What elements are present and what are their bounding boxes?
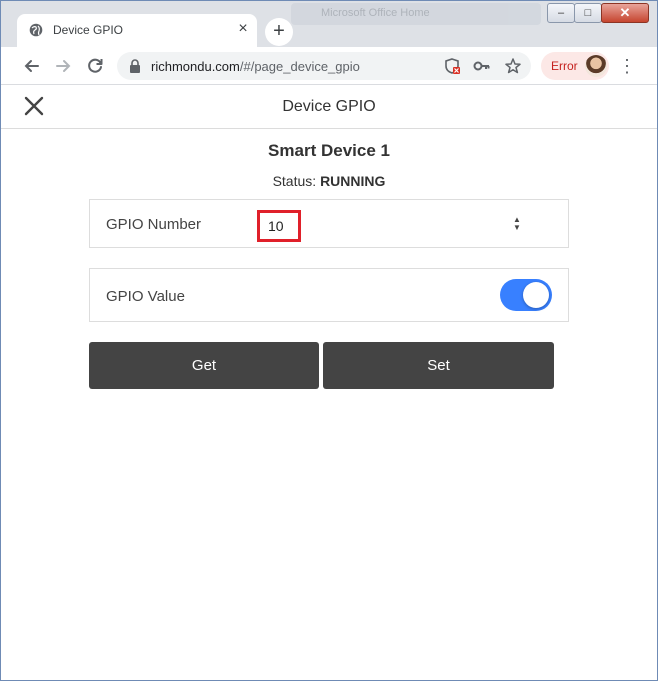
url-host: richmondu.com: [151, 59, 240, 74]
tab-close-icon[interactable]: ×: [235, 20, 251, 38]
background-tab-title: Microsoft Office Home: [321, 7, 430, 19]
url-text: richmondu.com/#/page_device_gpio: [151, 59, 360, 74]
status-value: RUNNING: [320, 173, 386, 189]
globe-icon: [29, 23, 43, 37]
device-status: Status: RUNNING: [1, 173, 657, 189]
more-vert-icon[interactable]: ⋮: [617, 55, 637, 77]
arrow-left-icon[interactable]: [21, 55, 43, 77]
window-minimize-button[interactable]: –: [547, 3, 575, 23]
lock-icon[interactable]: [129, 59, 141, 73]
url-path: /#/page_device_gpio: [239, 59, 360, 74]
gpio-value-row: GPIO Value: [89, 268, 569, 322]
error-label: Error: [551, 59, 578, 73]
get-button[interactable]: Get: [89, 342, 319, 389]
arrow-right-icon[interactable]: [52, 55, 74, 77]
profile-error-chip[interactable]: Error: [541, 52, 609, 80]
browser-toolbar: richmondu.com/#/page_device_gpio Error ⋮: [1, 47, 657, 85]
star-icon[interactable]: [504, 57, 522, 75]
avatar: [585, 55, 607, 77]
window-maximize-button[interactable]: □: [574, 3, 602, 23]
gpio-value-toggle[interactable]: [500, 279, 552, 311]
background-tab[interactable]: Microsoft Office Home: [291, 3, 541, 25]
app-header: Device GPIO: [1, 85, 657, 129]
tab-title: Device GPIO: [53, 23, 124, 37]
window-close-button[interactable]: ✕: [601, 3, 649, 23]
spinner-icon[interactable]: ▲ ▼: [510, 216, 524, 232]
status-label: Status:: [272, 173, 317, 189]
shield-blocked-icon[interactable]: [443, 57, 461, 75]
gpio-value-label: GPIO Value: [106, 288, 185, 305]
set-button[interactable]: Set: [323, 342, 554, 389]
gpio-number-label: GPIO Number: [106, 216, 202, 233]
browser-titlebar: Microsoft Office Home Device GPIO × + – …: [1, 1, 657, 49]
key-icon[interactable]: [473, 57, 491, 75]
device-name: Smart Device 1: [268, 141, 390, 160]
browser-window: Microsoft Office Home Device GPIO × + – …: [0, 0, 658, 681]
new-tab-plus-icon[interactable]: +: [265, 18, 293, 46]
toggle-knob: [523, 282, 549, 308]
gpio-number-row: GPIO Number 10 ▲ ▼: [89, 199, 569, 248]
reload-icon[interactable]: [84, 55, 106, 77]
address-bar[interactable]: richmondu.com/#/page_device_gpio: [117, 52, 531, 80]
active-tab[interactable]: Device GPIO ×: [17, 14, 257, 49]
gpio-number-input[interactable]: 10: [257, 210, 301, 242]
page-title: Device GPIO: [282, 98, 376, 115]
